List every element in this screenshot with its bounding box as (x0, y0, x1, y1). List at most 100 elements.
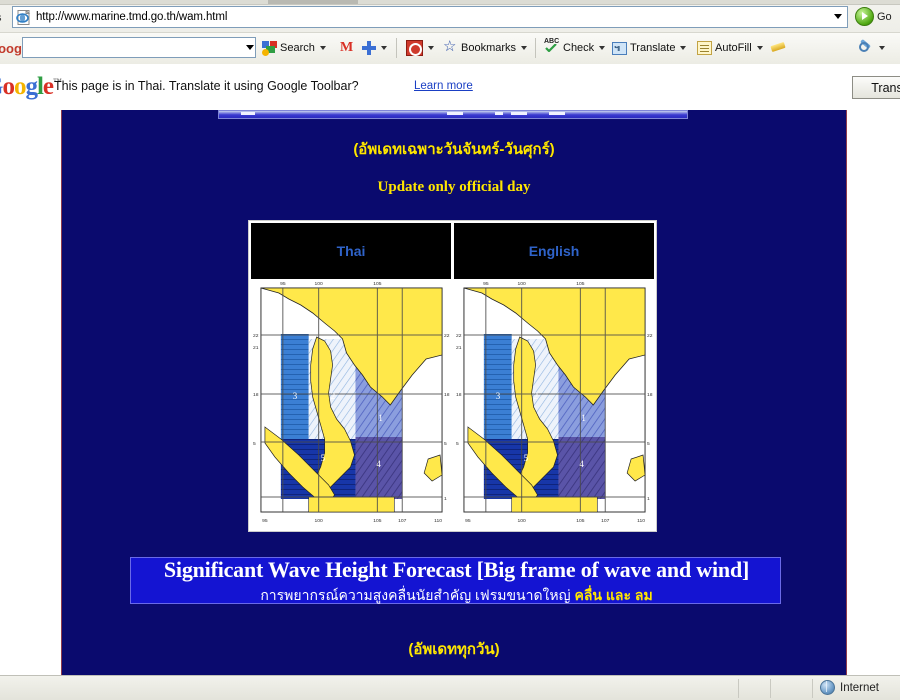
svg-text:1: 1 (444, 496, 447, 502)
tab-strip-hint (268, 0, 358, 4)
significant-wave-height-map: 3 2 1 4 5 95 100 105 95 100 105 107 110 (251, 279, 451, 529)
google-toolbar: Google Search (0, 32, 900, 65)
svg-text:5: 5 (444, 441, 447, 447)
svg-text:110: 110 (637, 518, 645, 524)
forecast-thai-prefix: การพยากรณ์ความสูงคลื่นนัยสำคัญ เฟรมขนาดใ… (260, 587, 575, 603)
chevron-down-icon[interactable] (834, 14, 842, 19)
blogger-share-icon (406, 40, 423, 56)
svg-text:1: 1 (581, 413, 585, 423)
star-icon (443, 40, 458, 55)
wrench-settings-icon (858, 41, 874, 56)
toolbar-autofill-label: AutoFill (715, 42, 752, 54)
map-thumbnail-english[interactable]: 3 2 1 4 5 95 100 105 95 100 105 107 110 (454, 279, 654, 529)
map-cell-thai[interactable]: Thai 3 2 1 4 5 95 100 105 95 100 105 107… (251, 223, 451, 529)
svg-text:100: 100 (315, 518, 324, 524)
status-bar-divider (812, 679, 814, 698)
autofill-icon (697, 41, 712, 55)
go-button-label: Go (877, 10, 892, 23)
svg-text:100: 100 (518, 281, 527, 287)
toolbar-search-label: Search (280, 42, 315, 54)
translate-notification-bar: Google™ This page is in Thai. Translate … (0, 64, 900, 111)
chevron-down-icon[interactable] (680, 46, 687, 50)
learn-more-link[interactable]: Learn more (414, 80, 473, 92)
ie-page-icon (16, 8, 31, 25)
svg-text:4: 4 (376, 459, 381, 469)
chevron-down-icon[interactable] (319, 46, 326, 50)
forecast-link-block[interactable]: Significant Wave Height Forecast [Big fr… (130, 557, 781, 604)
security-zone-label: Internet (840, 681, 879, 694)
translate-message: This page is in Thai. Translate it using… (54, 79, 359, 93)
svg-text:1: 1 (378, 413, 382, 423)
chevron-down-icon[interactable] (599, 46, 606, 50)
toolbar-bookmarks-button[interactable]: Bookmarks (443, 37, 528, 59)
svg-text:18: 18 (647, 392, 653, 398)
map-header-thai: Thai (251, 223, 451, 279)
svg-text:5: 5 (456, 441, 459, 447)
toolbar-settings-button[interactable] (858, 37, 885, 59)
chevron-down-icon[interactable] (756, 46, 763, 50)
notice-thai-top: (อัพเดทเฉพาะวันจันทร์-วันศุกร์) (353, 141, 555, 158)
svg-text:107: 107 (398, 518, 407, 524)
address-bar-label: s (0, 12, 2, 24)
svg-text:22: 22 (444, 333, 450, 339)
toolbar-check-button[interactable]: ABC Check (544, 37, 606, 59)
svg-text:100: 100 (315, 281, 324, 287)
svg-text:110: 110 (434, 518, 442, 524)
forecast-thai-highlight: คลื่น และ ลม (574, 587, 653, 603)
forecast-maps-table: Thai 3 2 1 4 5 95 100 105 95 100 105 107… (248, 220, 657, 532)
svg-text:105: 105 (576, 518, 585, 524)
search-history-chevron-down-icon[interactable] (246, 45, 254, 50)
svg-text:95: 95 (465, 518, 471, 524)
toolbar-gmail-button[interactable] (340, 37, 355, 59)
chevron-down-icon[interactable] (879, 46, 885, 50)
svg-text:105: 105 (373, 281, 382, 287)
toolbar-search-button[interactable]: Search (262, 37, 326, 59)
page-left-margin (0, 110, 62, 675)
svg-text:21: 21 (253, 345, 259, 351)
page-right-border (846, 110, 847, 675)
toolbar-blogger-button[interactable] (406, 37, 434, 59)
page-viewport: (อัพเดทเฉพาะวันจันทร์-วันศุกร์) Update o… (0, 110, 900, 675)
forecast-title-thai[interactable]: การพยากรณ์ความสูงคลื่นนัยสำคัญ เฟรมขนาดใ… (131, 585, 782, 607)
svg-text:2: 2 (331, 391, 335, 401)
svg-text:18: 18 (253, 392, 259, 398)
map-cell-english[interactable]: English 3 2 1 4 5 95 100 105 95 100 105 … (454, 223, 654, 529)
chevron-down-icon[interactable] (521, 46, 528, 50)
svg-text:21: 21 (456, 345, 462, 351)
svg-text:100: 100 (518, 518, 527, 524)
svg-text:18: 18 (456, 392, 462, 398)
gmail-icon (340, 40, 355, 56)
toolbar-translate-button[interactable]: Translate (612, 37, 687, 59)
address-bar[interactable]: http://www.marine.tmd.go.th/wam.html (12, 6, 848, 28)
globe-icon (820, 680, 835, 695)
toolbar-highlighter-button[interactable] (771, 37, 787, 59)
security-zone-indicator[interactable]: Internet (820, 680, 879, 695)
status-bar: Internet (0, 675, 900, 700)
browser-chrome: s http://www.marine.tmd.go.th/wam.html G… (0, 0, 900, 111)
page-content: (อัพเดทเฉพาะวันจันทร์-วันศุกร์) Update o… (62, 110, 846, 675)
svg-text:5: 5 (253, 441, 256, 447)
toolbar-share-button[interactable] (362, 37, 387, 59)
address-bar-url[interactable]: http://www.marine.tmd.go.th/wam.html (36, 11, 227, 23)
svg-text:5: 5 (524, 453, 529, 463)
toolbar-search-input[interactable] (22, 37, 256, 58)
translate-icon (612, 41, 627, 55)
chevron-down-icon[interactable] (428, 46, 434, 50)
map-thumbnail-thai[interactable]: 3 2 1 4 5 95 100 105 95 100 105 107 110 (251, 279, 451, 529)
svg-text:22: 22 (456, 333, 462, 339)
toolbar-separator (535, 38, 536, 58)
go-arrow-icon (855, 7, 874, 26)
translate-button[interactable]: Trans (852, 76, 900, 99)
svg-text:22: 22 (647, 333, 653, 339)
notice-english: Update only official day (377, 179, 531, 195)
chevron-down-icon[interactable] (381, 46, 387, 50)
go-button[interactable]: Go (855, 7, 892, 26)
top-banner-partial[interactable] (218, 110, 688, 119)
forecast-title-english[interactable]: Significant Wave Height Forecast [Big fr… (131, 557, 782, 583)
share-plus-icon (362, 41, 376, 55)
google-g-icon (262, 40, 277, 56)
svg-text:107: 107 (601, 518, 610, 524)
svg-text:2: 2 (534, 391, 538, 401)
toolbar-autofill-button[interactable]: AutoFill (697, 37, 763, 59)
svg-text:95: 95 (483, 281, 489, 287)
